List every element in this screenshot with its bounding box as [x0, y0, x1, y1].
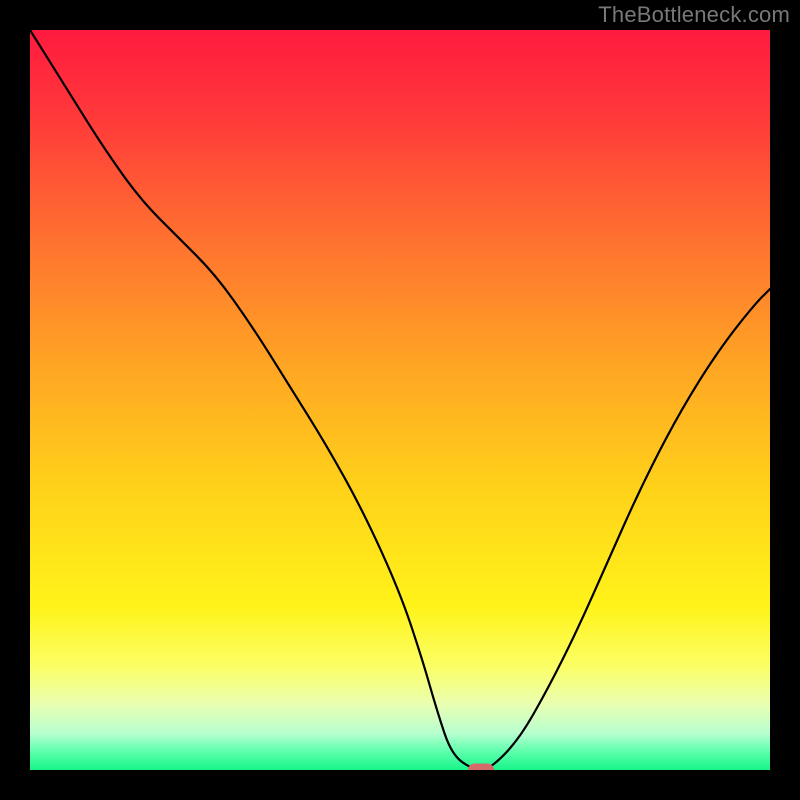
bottleneck-curve: [30, 30, 770, 770]
watermark-text: TheBottleneck.com: [598, 2, 790, 28]
minimum-marker: [468, 764, 494, 771]
chart-frame: TheBottleneck.com: [0, 0, 800, 800]
plot-area: [30, 30, 770, 770]
